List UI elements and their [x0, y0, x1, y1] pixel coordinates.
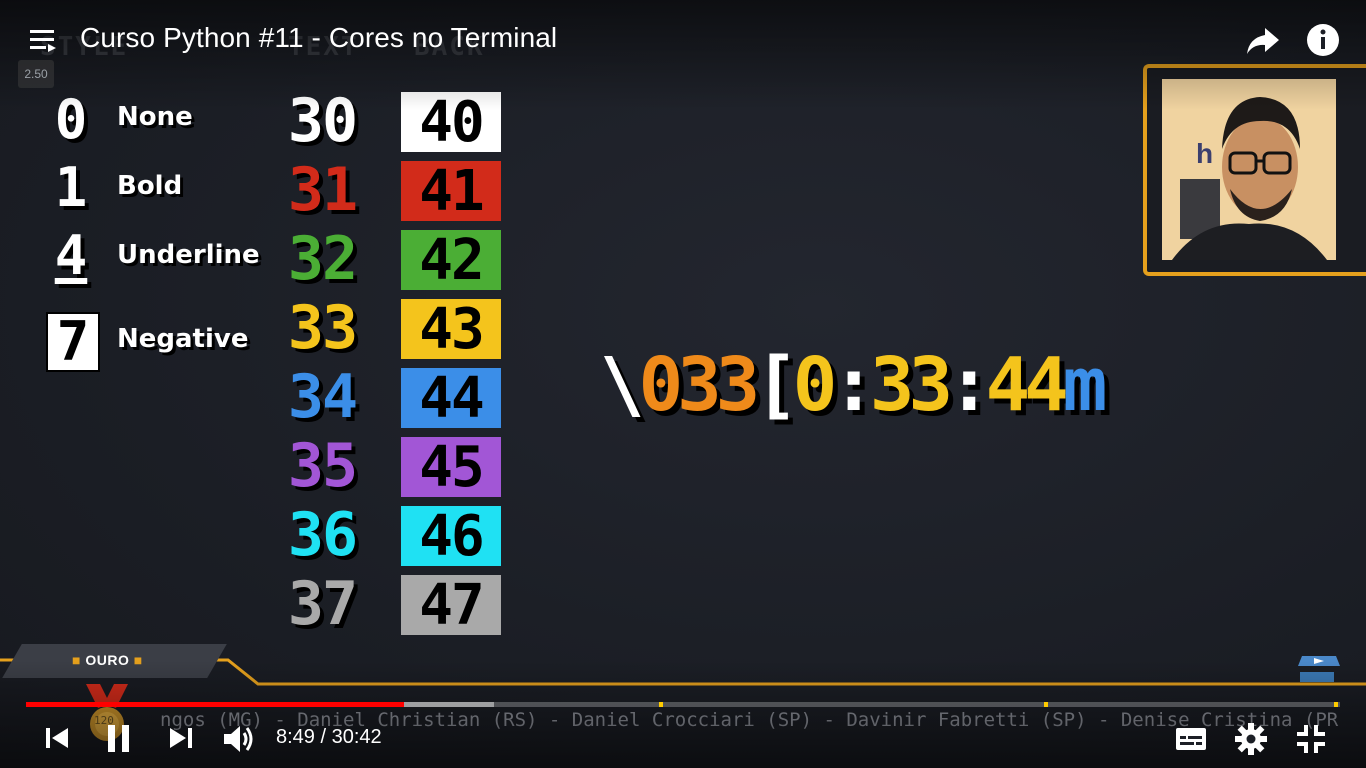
presenter-webcam: h — [1162, 79, 1336, 260]
style-label-none: None — [117, 102, 193, 132]
escape-bracket: [ — [754, 342, 798, 428]
text-code-34: 34 — [287, 362, 358, 432]
back-code-41: 41 — [401, 159, 501, 224]
time-display: 8:49 / 30:42 — [276, 726, 382, 748]
progress-bar[interactable] — [26, 702, 1340, 707]
text-code-31: 31 — [287, 155, 358, 225]
back-code-45: 45 — [401, 435, 501, 500]
chapter-marker[interactable] — [1043, 702, 1048, 707]
escape-style-code: 0 — [792, 342, 837, 428]
escape-octal-033: 033 — [638, 342, 761, 428]
played-range — [26, 702, 405, 707]
text-code-32: 32 — [287, 224, 358, 294]
text-code-37: 37 — [287, 569, 358, 639]
previous-button[interactable] — [42, 722, 72, 760]
video-title[interactable]: Curso Python #11 - Cores no Terminal — [80, 22, 557, 54]
volume-button[interactable] — [220, 722, 260, 760]
style-code-bold: 1 — [54, 156, 88, 219]
pause-button[interactable] — [102, 722, 136, 760]
info-icon — [1307, 24, 1339, 56]
playlist-menu-button[interactable] — [28, 26, 60, 56]
chapter-marker[interactable] — [658, 702, 663, 707]
channel-logo-icon — [1298, 656, 1340, 682]
back-code-46: 46 — [401, 504, 501, 569]
subtitles-icon — [1176, 728, 1206, 750]
subtitles-button[interactable] — [1174, 722, 1208, 760]
escape-separator: : — [831, 342, 875, 428]
style-code-none: 0 — [54, 88, 88, 151]
escape-text-code: 33 — [869, 342, 953, 428]
settings-icon — [1235, 723, 1267, 755]
settings-button[interactable] — [1234, 722, 1268, 760]
escape-terminator: m — [1062, 342, 1107, 428]
style-label-bold: Bold — [117, 171, 183, 201]
pause-icon — [108, 725, 129, 752]
video-player[interactable]: STYLE TEXT BACK 0 None 1 Bold 4 Underlin… — [0, 0, 1366, 768]
text-code-35: 35 — [287, 431, 358, 501]
svg-text:h: h — [1196, 138, 1213, 169]
playback-speed-badge: 2.50 — [18, 60, 54, 88]
menu-icon — [30, 30, 56, 52]
back-code-42: 42 — [401, 228, 501, 293]
next-icon — [170, 728, 192, 748]
text-code-36: 36 — [287, 500, 358, 570]
exit-fullscreen-button[interactable] — [1294, 722, 1328, 760]
exit-fullscreen-icon — [1297, 725, 1325, 753]
style-code-negative: 7 — [46, 312, 100, 372]
text-code-33: 33 — [287, 293, 358, 363]
text-code-30: 30 — [287, 86, 358, 156]
next-button[interactable] — [166, 722, 196, 760]
chapter-marker[interactable] — [1334, 702, 1339, 707]
escape-back-code: 44 — [985, 342, 1069, 428]
style-label-underline: Underline — [117, 240, 260, 270]
style-label-negative: Negative — [117, 324, 249, 354]
escape-sequence-example: \033[0:33:44m — [600, 342, 1107, 428]
share-icon — [1247, 28, 1279, 54]
style-code-underline: 4 — [54, 224, 88, 287]
back-code-47: 47 — [401, 573, 501, 638]
back-code-44: 44 — [401, 366, 501, 431]
tier-tag: ■ OURO ■ — [72, 652, 143, 668]
back-code-43: 43 — [401, 297, 501, 362]
previous-icon — [46, 728, 68, 748]
back-code-40: 40 — [401, 90, 501, 155]
share-button[interactable] — [1243, 24, 1283, 58]
escape-separator: : — [947, 342, 991, 428]
volume-icon — [224, 726, 253, 752]
escape-backslash: \ — [600, 342, 644, 428]
tier-tag-label: OURO — [85, 652, 130, 668]
info-button[interactable] — [1305, 22, 1341, 58]
